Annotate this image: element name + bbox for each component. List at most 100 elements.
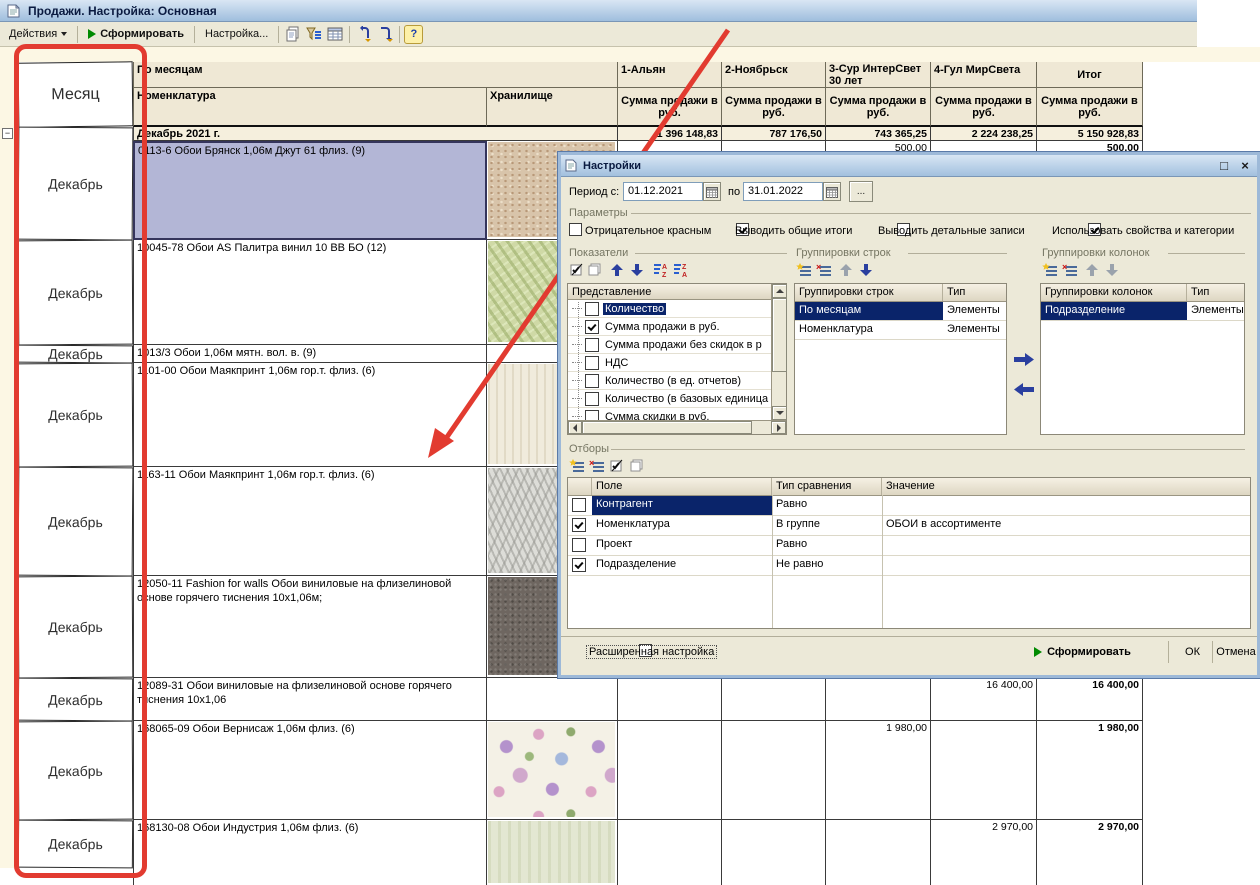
filter-row[interactable]: Номенклатура В группе ОБОИ в ассортимент…: [568, 516, 1250, 536]
indicator-item[interactable]: НДС: [568, 354, 775, 372]
uncheck-all-icon[interactable]: [627, 456, 647, 476]
filter-row[interactable]: Контрагент Равно: [568, 496, 1250, 516]
table-header: Тип сравнения: [772, 478, 882, 495]
filter-checkbox[interactable]: [572, 498, 586, 512]
move-down-icon[interactable]: [1102, 260, 1122, 280]
indicators-group-label: Показатели: [569, 247, 628, 259]
table-header: Тип: [943, 284, 1006, 301]
svg-text:×: ×: [589, 458, 594, 468]
filter-checkbox[interactable]: [572, 518, 586, 532]
indicator-item[interactable]: Сумма продажи в руб.: [568, 318, 775, 336]
close-button[interactable]: ×: [1237, 158, 1253, 174]
filter-row[interactable]: Подразделение Не равно: [568, 556, 1250, 576]
sort-descending-icon[interactable]: ZA: [671, 260, 691, 280]
group-divider: [611, 449, 1245, 450]
indicator-item[interactable]: Количество (в ед. отчетов): [568, 372, 775, 390]
checkbox-label: Выводить детальные записи: [878, 225, 1025, 237]
horizontal-scrollbar[interactable]: [568, 420, 786, 434]
indicator-item[interactable]: Сумма продажи без скидок в р: [568, 336, 775, 354]
table-header: Группировки строк: [795, 284, 943, 301]
check-all-icon[interactable]: [607, 456, 627, 476]
period-to-label: по: [728, 186, 740, 198]
item-checkbox[interactable]: [585, 392, 599, 406]
group-divider: [635, 253, 787, 254]
scroll-thumb[interactable]: [772, 298, 787, 372]
svg-text:Z: Z: [682, 264, 687, 271]
add-filter-icon[interactable]: [567, 456, 587, 476]
add-row-grouping-icon[interactable]: [794, 260, 814, 280]
move-right-arrow-icon[interactable]: [1013, 353, 1035, 371]
scroll-thumb[interactable]: [582, 421, 752, 434]
calendar-icon[interactable]: [703, 182, 721, 201]
period-from-field[interactable]: 01.12.2021: [623, 182, 703, 201]
move-down-icon[interactable]: [627, 260, 647, 280]
uncheck-all-icon[interactable]: [585, 260, 605, 280]
play-icon: [1034, 647, 1042, 657]
table-header: Группировки колонок: [1041, 284, 1187, 301]
advanced-settings-label[interactable]: Расширенная настройка: [586, 645, 717, 659]
table-header: Значение: [882, 478, 1250, 495]
period-more-button[interactable]: ...: [849, 181, 873, 202]
settings-dialog: Настройки □ × Период с: 01.12.2021 по 31…: [558, 152, 1260, 678]
svg-text:A: A: [682, 272, 687, 278]
grouping-row[interactable]: По месяцамЭлементы: [795, 302, 1006, 321]
negative-red-checkbox[interactable]: [569, 223, 582, 236]
indicator-item[interactable]: Количество (в базовых единица: [568, 390, 775, 408]
delete-col-grouping-icon[interactable]: ×: [1060, 260, 1080, 280]
cancel-button[interactable]: Отмена: [1215, 641, 1257, 663]
svg-text:×: ×: [1062, 262, 1067, 272]
column-grid-line: [882, 495, 883, 628]
app-window: Продажи. Настройка: Основная Действия Сф…: [0, 0, 1260, 885]
parameters-group-label: Параметры: [569, 207, 628, 219]
grouping-row[interactable]: НоменклатураЭлементы: [795, 321, 1006, 340]
period-label: Период с:: [569, 186, 619, 198]
period-to-field[interactable]: 31.01.2022: [743, 182, 823, 201]
grouping-row[interactable]: ПодразделениеЭлементы: [1041, 302, 1244, 321]
footer-divider: [561, 636, 1257, 637]
dialog-titlebar: Настройки □ ×: [561, 155, 1257, 177]
move-down-icon[interactable]: [856, 260, 876, 280]
filter-row[interactable]: Проект Равно: [568, 536, 1250, 556]
add-col-grouping-icon[interactable]: [1040, 260, 1060, 280]
move-left-arrow-icon[interactable]: [1013, 383, 1035, 401]
col-groupings-table: Группировки колонокТип ПодразделениеЭлем…: [1040, 283, 1245, 435]
indicators-list: Представление Количество Сумма продажи в…: [567, 283, 787, 435]
item-checkbox[interactable]: [585, 338, 599, 352]
delete-row-grouping-icon[interactable]: ×: [814, 260, 834, 280]
delete-filter-icon[interactable]: ×: [587, 456, 607, 476]
check-all-icon[interactable]: [567, 260, 587, 280]
item-checkbox[interactable]: [585, 320, 599, 334]
item-checkbox[interactable]: [585, 356, 599, 370]
maximize-button[interactable]: □: [1216, 158, 1232, 174]
table-header: Тип: [1187, 284, 1244, 301]
group-divider: [1168, 253, 1245, 254]
dialog-generate-button[interactable]: Сформировать: [997, 641, 1169, 663]
vertical-scrollbar[interactable]: [771, 284, 786, 420]
col-groupings-group-label: Группировки колонок: [1042, 247, 1149, 259]
filter-checkbox[interactable]: [572, 558, 586, 572]
item-checkbox[interactable]: [585, 374, 599, 388]
column-grid-line: [772, 495, 773, 628]
item-checkbox[interactable]: [585, 302, 599, 316]
sort-ascending-icon[interactable]: AZ: [651, 260, 671, 280]
filters-table: ПолеТип сравненияЗначение Контрагент Рав…: [567, 477, 1251, 629]
checkbox-label: Использовать свойства и категории: [1052, 225, 1234, 237]
group-divider: [631, 213, 1251, 214]
move-up-icon[interactable]: [607, 260, 627, 280]
tree-line: [578, 302, 579, 419]
row-groupings-table: Группировки строкТип По месяцамЭлементы …: [794, 283, 1007, 435]
checkbox-label: Отрицательное красным: [585, 225, 711, 237]
group-divider: [908, 253, 1007, 254]
move-up-icon[interactable]: [836, 260, 856, 280]
dialog-icon: [564, 159, 578, 173]
indicator-item[interactable]: Количество: [568, 300, 775, 318]
svg-text:×: ×: [816, 262, 821, 272]
svg-text:A: A: [662, 264, 667, 271]
filters-group-label: Отборы: [569, 443, 609, 455]
move-up-icon[interactable]: [1082, 260, 1102, 280]
list-header: Представление: [568, 284, 771, 300]
checkbox-label: Выводить общие итоги: [735, 225, 852, 237]
calendar-icon[interactable]: [823, 182, 841, 201]
ok-button[interactable]: ОК: [1173, 641, 1213, 663]
filter-checkbox[interactable]: [572, 538, 586, 552]
